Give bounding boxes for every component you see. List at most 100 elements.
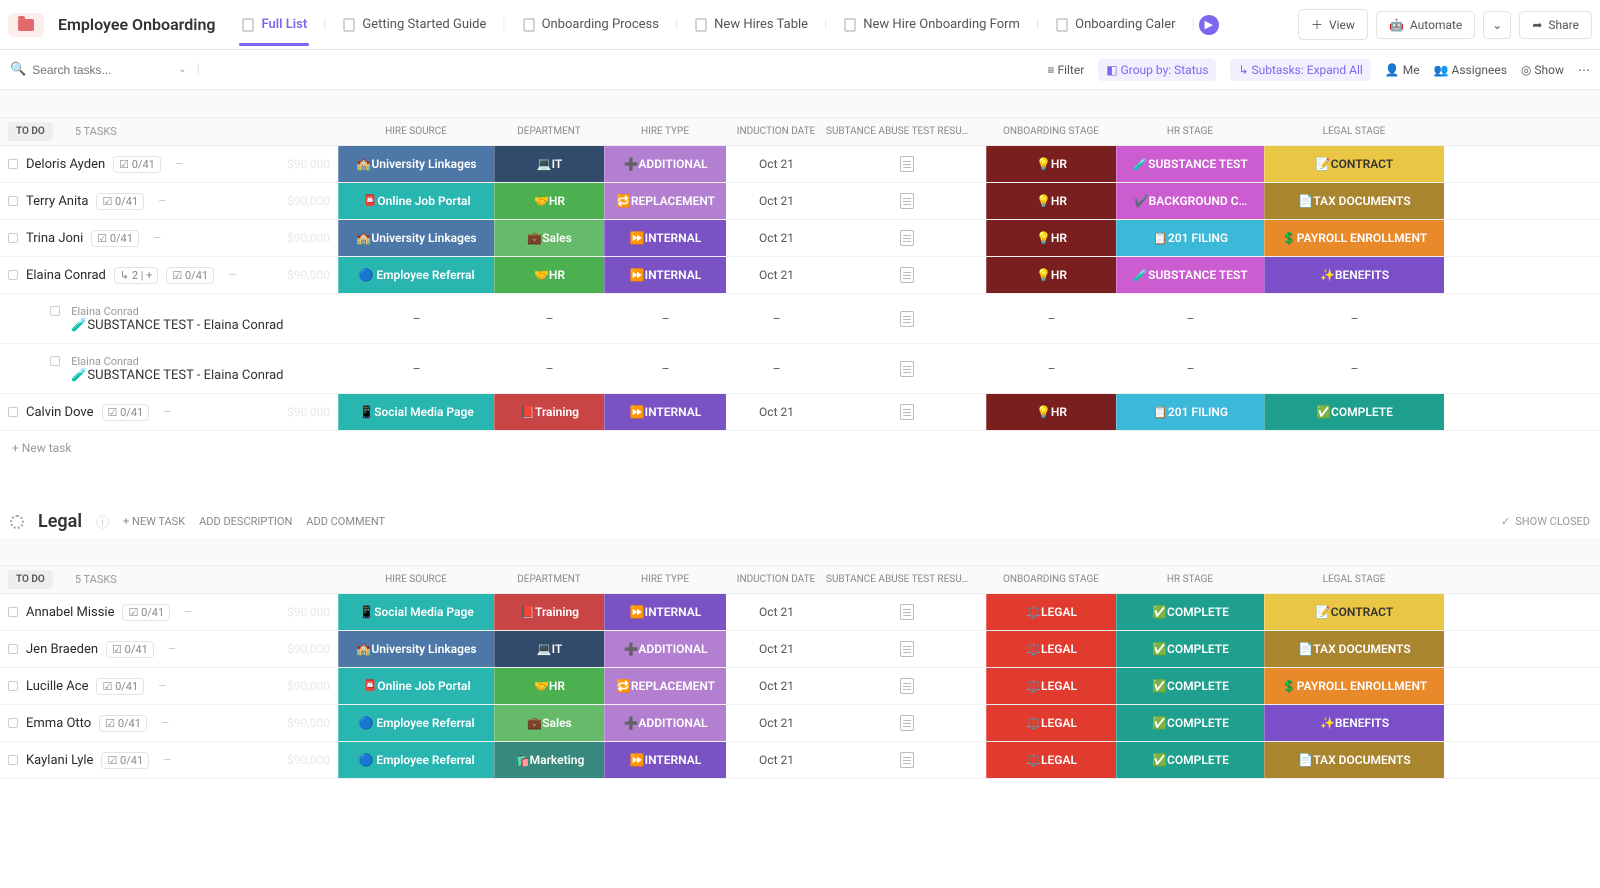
assignee-placeholder[interactable]: – [222, 268, 243, 283]
substance-test-cell[interactable] [826, 668, 986, 704]
filter-button[interactable]: ≡ Filter [1047, 63, 1084, 77]
checkbox-icon[interactable] [8, 196, 18, 206]
hire-source-cell[interactable]: 📮Online Job Portal [338, 668, 494, 704]
group-by-chip[interactable]: ◧ Group by: Status [1098, 59, 1216, 81]
search-box[interactable]: 🔍 ⌄ [10, 62, 187, 77]
task-name[interactable]: Deloris Ayden [26, 157, 105, 172]
legal-stage-cell[interactable]: 📄TAX DOCUMENTS [1264, 742, 1444, 778]
checkbox-icon[interactable] [8, 718, 18, 728]
department-cell[interactable]: 📕Training [494, 594, 604, 630]
subtask-title[interactable]: 🧪SUBSTANCE TEST - Elaina Conrad [71, 368, 283, 383]
assignee-placeholder[interactable]: – [157, 753, 178, 768]
progress-chip[interactable]: ☑ 0/41 [99, 715, 147, 732]
legal-stage-cell[interactable]: 📝CONTRACT [1264, 146, 1444, 182]
induction-date-cell[interactable]: Oct 21 [726, 183, 826, 219]
tab-onboarding-caler[interactable]: Onboarding Caler [1043, 3, 1187, 46]
task-row[interactable]: Kaylani Lyle ☑ 0/41 – $90,000 🔵 Employee… [0, 742, 1600, 779]
checkbox-icon[interactable] [50, 356, 60, 366]
add-view-button[interactable]: ＋View [1298, 9, 1368, 40]
task-row[interactable]: Terry Anita ☑ 0/41 – $90,000 📮Online Job… [0, 183, 1600, 220]
task-row[interactable]: Emma Otto ☑ 0/41 – $90,000 🔵 Employee Re… [0, 705, 1600, 742]
show-closed-link[interactable]: ✓ SHOW CLOSED [1501, 515, 1590, 528]
hr-stage-cell[interactable]: ✅COMPLETE [1116, 742, 1264, 778]
legal-stage-cell[interactable]: ✨BENEFITS [1264, 705, 1444, 741]
hire-type-cell[interactable]: ⏩INTERNAL [604, 394, 726, 430]
scroll-right-icon[interactable]: ▶ [1199, 15, 1219, 35]
substance-test-cell[interactable] [826, 631, 986, 667]
hire-source-cell[interactable]: 🔵 Employee Referral [338, 705, 494, 741]
assignee-placeholder[interactable]: – [169, 157, 190, 172]
subtask-row[interactable]: Elaina Conrad 🧪SUBSTANCE TEST - Elaina C… [0, 294, 1600, 344]
task-name[interactable]: Trina Joni [26, 231, 83, 246]
task-row[interactable]: Deloris Ayden ☑ 0/41 – $90,000 🏫Universi… [0, 146, 1600, 183]
tab-onboarding-process[interactable]: Onboarding Process [510, 3, 671, 46]
checkbox-icon[interactable] [8, 159, 18, 169]
onboarding-stage-cell[interactable]: 💡HR [986, 257, 1116, 293]
subtask-count-chip[interactable]: ↳ 2 | + [114, 267, 159, 284]
subtask-title[interactable]: 🧪SUBSTANCE TEST - Elaina Conrad [71, 318, 283, 333]
progress-chip[interactable]: ☑ 0/41 [102, 404, 150, 421]
hire-type-cell[interactable]: 🔁REPLACEMENT [604, 183, 726, 219]
hr-stage-cell[interactable]: ✅COMPLETE [1116, 631, 1264, 667]
induction-date-cell[interactable]: Oct 21 [726, 668, 826, 704]
status-chip[interactable]: TO DO [8, 570, 53, 589]
task-name[interactable]: Kaylani Lyle [26, 753, 93, 768]
progress-chip[interactable]: ☑ 0/41 [113, 156, 161, 173]
hire-type-cell[interactable]: 🔁REPLACEMENT [604, 668, 726, 704]
onboarding-stage-cell[interactable]: ⚖️LEGAL [986, 705, 1116, 741]
task-name[interactable]: Lucille Ace [26, 679, 88, 694]
department-cell[interactable]: 🤝HR [494, 668, 604, 704]
hire-type-cell[interactable]: ➕ADDITIONAL [604, 146, 726, 182]
hr-stage-cell[interactable]: ✅COMPLETE [1116, 705, 1264, 741]
substance-test-cell[interactable] [826, 594, 986, 630]
assignee-placeholder[interactable]: – [157, 405, 178, 420]
department-cell[interactable]: 💼Sales [494, 705, 604, 741]
task-row[interactable]: Lucille Ace ☑ 0/41 – $90,000 📮Online Job… [0, 668, 1600, 705]
hr-stage-cell[interactable]: ✔️BACKGROUND C… [1116, 183, 1264, 219]
department-cell[interactable]: 🤝HR [494, 183, 604, 219]
hire-source-cell[interactable]: 📱Social Media Page [338, 394, 494, 430]
task-name[interactable]: Calvin Dove [26, 405, 94, 420]
hire-source-cell[interactable]: 📮Online Job Portal [338, 183, 494, 219]
legal-stage-cell[interactable]: 📝CONTRACT [1264, 594, 1444, 630]
hire-type-cell[interactable]: ➕ADDITIONAL [604, 631, 726, 667]
progress-chip[interactable]: ☑ 0/41 [91, 230, 139, 247]
induction-date-cell[interactable]: Oct 21 [726, 220, 826, 256]
subtask-row[interactable]: Elaina Conrad 🧪SUBSTANCE TEST - Elaina C… [0, 344, 1600, 394]
tab-new-hires-table[interactable]: New Hires Table [682, 3, 820, 46]
substance-test-cell[interactable] [826, 183, 986, 219]
show-button[interactable]: ◎ Show [1521, 63, 1564, 77]
new-task-link[interactable]: + NEW TASK [123, 515, 185, 528]
task-name[interactable]: Elaina Conrad [26, 268, 106, 283]
checkbox-icon[interactable] [8, 607, 18, 617]
checkbox-icon[interactable] [8, 644, 18, 654]
progress-chip[interactable]: ☑ 0/41 [106, 641, 154, 658]
department-cell[interactable]: 📕Training [494, 394, 604, 430]
department-cell[interactable]: 💻IT [494, 631, 604, 667]
checkbox-icon[interactable] [8, 407, 18, 417]
hr-stage-cell[interactable]: 📋201 FILING [1116, 394, 1264, 430]
task-row[interactable]: Calvin Dove ☑ 0/41 – $90,000 📱Social Med… [0, 394, 1600, 431]
share-button[interactable]: ➦Share [1519, 11, 1592, 39]
task-name[interactable]: Emma Otto [26, 716, 91, 731]
tab-new-hire-onboarding-form[interactable]: New Hire Onboarding Form [831, 3, 1032, 46]
induction-date-cell[interactable]: Oct 21 [726, 742, 826, 778]
tab-full-list[interactable]: Full List [229, 3, 319, 46]
hr-stage-cell[interactable]: 📋201 FILING [1116, 220, 1264, 256]
add-description-link[interactable]: ADD DESCRIPTION [199, 515, 292, 528]
checkbox-icon[interactable] [8, 233, 18, 243]
hire-source-cell[interactable]: 🏫University Linkages [338, 631, 494, 667]
group-info-icon[interactable]: ⓘ [96, 512, 109, 531]
folder-chip[interactable] [8, 13, 44, 37]
hr-stage-cell[interactable]: ✅COMPLETE [1116, 594, 1264, 630]
progress-chip[interactable]: ☑ 0/41 [96, 193, 144, 210]
new-task-button[interactable]: + New task [0, 431, 1600, 465]
legal-stage-cell[interactable]: 📄TAX DOCUMENTS [1264, 631, 1444, 667]
onboarding-stage-cell[interactable]: 💡HR [986, 146, 1116, 182]
legal-stage-cell[interactable]: ✅COMPLETE [1264, 394, 1444, 430]
task-row[interactable]: Elaina Conrad ↳ 2 | + ☑ 0/41 – $90,000 🔵… [0, 257, 1600, 294]
substance-test-cell[interactable] [826, 705, 986, 741]
assignees-button[interactable]: 👥 Assignees [1434, 63, 1507, 77]
checkbox-icon[interactable] [8, 755, 18, 765]
onboarding-stage-cell[interactable]: 💡HR [986, 394, 1116, 430]
